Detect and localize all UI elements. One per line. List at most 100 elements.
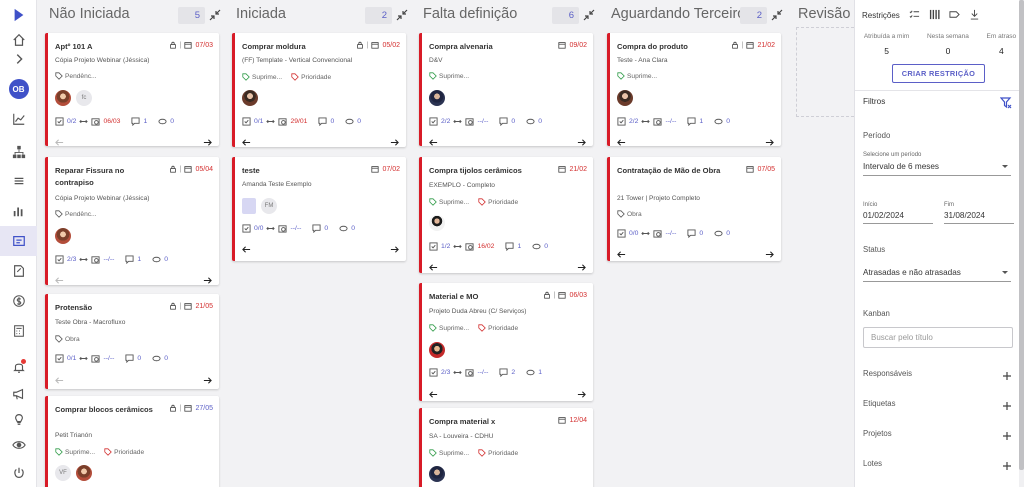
collapse-icon[interactable]	[771, 8, 783, 21]
org-chart-icon[interactable]	[0, 140, 37, 164]
etiquetas-label: Etiquetas	[863, 399, 896, 408]
collapse-icon[interactable]	[396, 8, 408, 21]
card-status: | 21/02	[731, 41, 775, 49]
checklist-view-icon[interactable]	[909, 9, 920, 22]
download-icon[interactable]	[969, 9, 980, 22]
notification-dot	[21, 359, 26, 364]
add-icon[interactable]	[1002, 398, 1012, 410]
calendar-icon	[371, 42, 380, 49]
add-icon[interactable]	[1002, 368, 1012, 380]
document-edit-icon[interactable]	[0, 259, 37, 283]
arrow-left-icon[interactable]	[55, 272, 64, 290]
card[interactable]: Compra tijolos cerâmicos 21/02 EXEMPLO -…	[419, 157, 593, 273]
stat-overdue[interactable]: Em atraso 4	[987, 33, 1017, 56]
arrow-right-icon[interactable]	[577, 386, 586, 404]
card[interactable]: Material e MO | 06/03 Projeto Duda Abreu …	[419, 283, 593, 401]
calendar-icon	[184, 42, 193, 49]
arrow-left-icon[interactable]	[55, 134, 64, 152]
collapse-icon[interactable]	[583, 8, 595, 21]
checklist-icon	[242, 117, 251, 126]
views-icon	[158, 118, 167, 125]
card-title: Reparar Fissura no contrapiso	[55, 166, 125, 187]
card[interactable]: Protensão | 21/05 Teste Obra - Macrofluxo…	[45, 294, 219, 389]
arrow-left-icon[interactable]	[429, 386, 438, 404]
avatar[interactable]: OB	[0, 77, 37, 101]
stat-this-week[interactable]: Nesta semana 0	[927, 33, 969, 56]
columns-view-icon[interactable]	[929, 9, 940, 22]
panel-scrollbar[interactable]	[1019, 0, 1024, 487]
card-project: Petit Trianón	[55, 432, 93, 439]
start-date-field[interactable]: 01/02/2024	[863, 211, 933, 224]
card-tags: Pendênc...	[55, 210, 97, 218]
arrow-right-icon[interactable]	[390, 241, 399, 259]
eye-icon[interactable]	[0, 433, 37, 457]
arrow-right-icon[interactable]	[765, 134, 774, 152]
stat-assigned[interactable]: Atribuída a mim 5	[864, 33, 910, 56]
dollar-icon[interactable]	[0, 289, 37, 313]
card-status: | 06/03	[543, 291, 587, 299]
status-select[interactable]: Atrasadas e não atrasadas	[863, 268, 1011, 282]
link-icon	[79, 257, 89, 262]
chart-line-icon[interactable]	[0, 107, 37, 131]
arrow-right-icon[interactable]	[390, 134, 399, 152]
card-tags: Suprime...	[429, 72, 469, 80]
arrow-left-icon[interactable]	[429, 259, 438, 277]
card-date: 21/05	[195, 302, 213, 310]
card-project: D&V	[429, 57, 443, 64]
arrow-left-icon[interactable]	[429, 134, 438, 152]
arrow-left-icon[interactable]	[617, 134, 626, 152]
arrow-right-icon[interactable]	[577, 259, 586, 277]
arrow-right-icon[interactable]	[203, 272, 212, 290]
lightbulb-icon[interactable]	[0, 407, 37, 431]
add-icon[interactable]	[1002, 458, 1012, 470]
arrow-left-icon[interactable]	[617, 246, 626, 264]
checklist-icon	[429, 117, 438, 126]
card-title: Compra do produto	[617, 42, 688, 51]
power-icon[interactable]	[0, 461, 37, 485]
end-date-field[interactable]: 31/08/2024	[944, 211, 1014, 224]
card-arrows	[429, 386, 586, 404]
chevron-right-icon[interactable]	[0, 47, 37, 71]
lotes-label: Lotes	[863, 459, 883, 468]
arrow-right-icon[interactable]	[203, 372, 212, 390]
drop-zone[interactable]	[796, 27, 854, 117]
link-icon	[453, 370, 463, 375]
column-count: 5	[178, 7, 205, 24]
card-meta: 0/2 06/03 1 0	[55, 117, 174, 126]
clear-filter-icon[interactable]	[999, 96, 1012, 109]
arrow-right-icon[interactable]	[765, 246, 774, 264]
calculator-icon[interactable]	[0, 319, 37, 343]
label-icon[interactable]	[949, 9, 960, 22]
arrow-left-icon[interactable]	[55, 372, 64, 390]
card[interactable]: teste 07/02 Amanda Teste Exemplo FM 0/0-…	[232, 157, 406, 261]
card-status: | 07/03	[169, 41, 213, 49]
megaphone-icon[interactable]	[0, 382, 37, 406]
card-tags: Obra	[55, 335, 80, 343]
column-header: Não Iniciada 5	[45, 6, 227, 26]
collapse-icon[interactable]	[209, 8, 221, 21]
add-icon[interactable]	[1002, 428, 1012, 440]
card[interactable]: Comprar moldura | 05/02 (FF) Template - V…	[232, 33, 406, 147]
arrow-right-icon[interactable]	[203, 134, 212, 152]
card-meta: 0/0 --/-- 0 0	[242, 224, 355, 233]
calendar-icon	[558, 166, 567, 173]
arrow-right-icon[interactable]	[577, 134, 586, 152]
create-restriction-button[interactable]: CRIAR RESTRIÇÃO	[892, 64, 985, 83]
logo-icon[interactable]	[0, 3, 37, 27]
card[interactable]: Compra material x 12/04 SA - Louveira - …	[419, 408, 593, 487]
bar-chart-icon[interactable]	[0, 199, 37, 223]
card[interactable]: Comprar blocos cerâmicos | 27/05 Petit Tr…	[45, 396, 219, 487]
arrow-left-icon[interactable]	[242, 134, 251, 152]
arrow-left-icon[interactable]	[242, 241, 251, 259]
bell-icon[interactable]	[0, 355, 37, 379]
card[interactable]: Compra do produto | 21/02 Teste - Ana Cla…	[607, 33, 781, 146]
period-select[interactable]: Intervalo de 6 meses	[863, 162, 1011, 176]
card[interactable]: Reparar Fissura no contrapiso | 05/04 Cóp…	[45, 157, 219, 285]
card[interactable]: Contratação de Mão de Obra 07/05 21 Towe…	[607, 157, 781, 261]
calendar-clock-icon	[465, 369, 475, 377]
list-icon[interactable]	[0, 169, 37, 193]
card[interactable]: Aptº 101 A | 07/03 Cópia Projeto Webinar …	[45, 33, 219, 146]
search-input[interactable]: Buscar pelo título	[863, 327, 1013, 348]
kanban-icon[interactable]	[0, 226, 37, 256]
card[interactable]: Compra alvenaria 09/02 D&V Suprime... 2/…	[419, 33, 593, 146]
